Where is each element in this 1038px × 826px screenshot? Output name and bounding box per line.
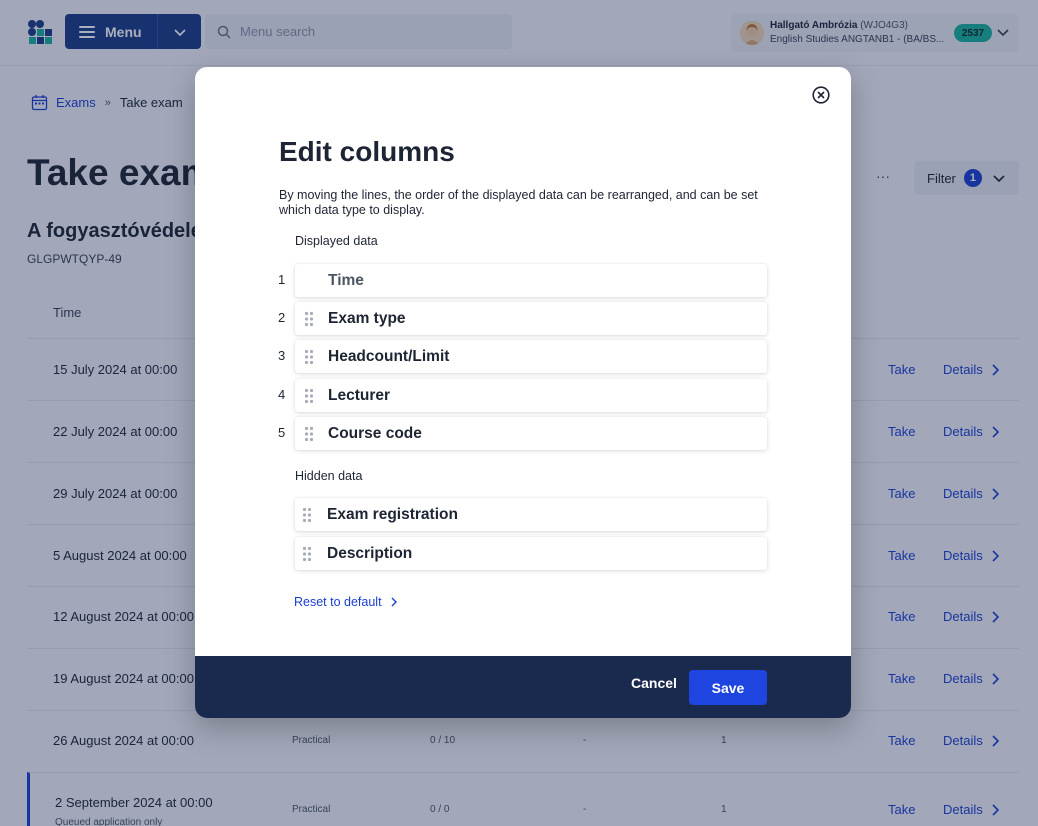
displayed-data-label: Displayed data [295,234,378,248]
save-button[interactable]: Save [689,670,767,705]
drag-handle-icon[interactable] [302,507,312,523]
reset-label: Reset to default [294,595,382,609]
drag-handle-icon[interactable] [304,311,314,327]
row-number: 2 [278,310,286,325]
column-item-exam-registration[interactable]: Exam registration [295,498,767,531]
column-label: Course code [328,424,422,442]
cancel-button[interactable]: Cancel [631,675,677,691]
column-label: Description [327,544,413,562]
dialog-description: By moving the lines, the order of the di… [279,188,758,217]
row-number: 5 [278,425,286,440]
column-label: Headcount/Limit [328,347,450,365]
column-item-description[interactable]: Description [295,537,767,570]
drag-handle-icon[interactable] [304,349,314,365]
column-item-lecturer[interactable]: Lecturer [295,379,767,412]
dialog-footer: Cancel Save [195,656,851,718]
column-item-course-code[interactable]: Course code [295,417,767,450]
drag-handle-icon[interactable] [302,546,312,562]
row-number: 4 [278,387,286,402]
edit-columns-dialog: Edit columns By moving the lines, the or… [195,67,851,718]
reset-to-default-link[interactable]: Reset to default [294,595,397,609]
close-icon[interactable] [812,86,830,104]
column-item-exam-type[interactable]: Exam type [295,302,767,335]
row-number: 1 [278,272,286,287]
drag-handle-icon[interactable] [304,426,314,442]
column-label: Time [328,271,364,289]
dialog-title: Edit columns [279,136,455,167]
row-number: 3 [278,348,286,363]
chevron-right-icon [391,597,397,607]
column-label: Exam registration [327,505,458,523]
column-label: Lecturer [328,386,391,404]
column-label: Exam type [328,309,406,327]
hidden-data-label: Hidden data [295,469,363,483]
column-item-time: Time [295,264,767,297]
column-item-headcount[interactable]: Headcount/Limit [295,340,767,373]
drag-handle-icon[interactable] [304,388,314,404]
